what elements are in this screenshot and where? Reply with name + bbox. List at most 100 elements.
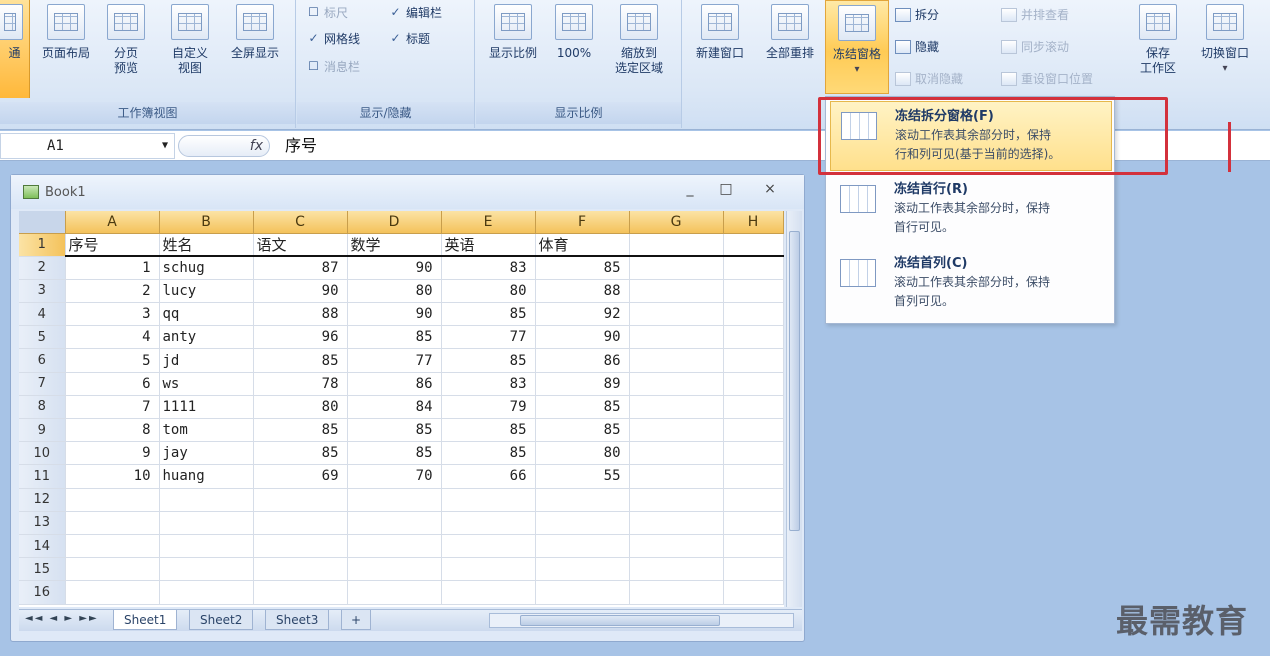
cell[interactable]: 78	[253, 372, 348, 396]
menu-item-freeze-top-row[interactable]: 冻结首行(R) 滚动工作表其余部分时，保持 首行可见。	[830, 175, 1112, 245]
cell[interactable]: 86	[535, 348, 630, 373]
minimize-button[interactable]: _	[679, 181, 701, 197]
cell[interactable]: 85	[535, 256, 630, 280]
cell[interactable]	[65, 511, 160, 535]
cell[interactable]	[159, 580, 254, 605]
formula-input[interactable]: 序号	[275, 133, 815, 159]
cell[interactable]	[253, 511, 348, 535]
cell[interactable]: 80	[535, 441, 630, 466]
cell[interactable]: 90	[535, 325, 630, 350]
cell[interactable]: 89	[535, 372, 630, 396]
zoom-100-button[interactable]: 100%	[550, 0, 598, 98]
cell[interactable]: 90	[253, 279, 348, 304]
cell[interactable]: anty	[159, 325, 254, 350]
cell[interactable]: 85	[441, 441, 536, 466]
cell[interactable]	[65, 557, 160, 582]
cell[interactable]: 10	[65, 464, 160, 489]
cell[interactable]	[65, 534, 160, 559]
cell[interactable]	[535, 557, 630, 582]
cell[interactable]	[253, 580, 348, 605]
cell[interactable]: 83	[441, 372, 536, 396]
row-header[interactable]: 9	[19, 418, 66, 443]
cell[interactable]	[629, 488, 724, 512]
cell[interactable]: ws	[159, 372, 254, 396]
row-header[interactable]: 5	[19, 325, 66, 350]
cell[interactable]: jay	[159, 441, 254, 466]
unhide-button[interactable]: 取消隐藏	[895, 70, 963, 87]
cell[interactable]	[347, 534, 442, 559]
cell[interactable]	[629, 534, 724, 559]
cell[interactable]	[535, 488, 630, 512]
cell[interactable]	[253, 488, 348, 512]
cell[interactable]	[347, 511, 442, 535]
cell[interactable]	[629, 464, 724, 489]
cell[interactable]	[629, 348, 724, 373]
normal-view-button[interactable]: 通	[0, 0, 30, 98]
cell[interactable]: 83	[441, 256, 536, 280]
cell[interactable]: 77	[347, 348, 442, 373]
cell[interactable]	[347, 557, 442, 582]
cell[interactable]	[723, 348, 784, 373]
cell[interactable]	[535, 534, 630, 559]
cell[interactable]: 88	[535, 279, 630, 304]
cell[interactable]: 序号	[65, 233, 160, 258]
cell[interactable]: 90	[347, 302, 442, 327]
cell[interactable]: 79	[441, 395, 536, 420]
cell[interactable]: 姓名	[159, 233, 254, 258]
cell[interactable]: 9	[65, 441, 160, 466]
split-button[interactable]: 拆分	[895, 6, 939, 23]
row-header[interactable]: 16	[19, 580, 66, 605]
cell[interactable]	[535, 511, 630, 535]
cell[interactable]	[723, 464, 784, 489]
cell[interactable]	[723, 418, 784, 443]
cell[interactable]: 85	[253, 441, 348, 466]
cell[interactable]: 80	[441, 279, 536, 304]
cell[interactable]	[629, 557, 724, 582]
cell[interactable]: 1	[65, 256, 160, 280]
row-header[interactable]: 4	[19, 302, 66, 327]
insert-function-button[interactable]: fx	[178, 135, 270, 157]
cell[interactable]	[723, 580, 784, 605]
cell[interactable]	[629, 372, 724, 396]
formula-bar-checkbox[interactable]: ✓ 编辑栏	[389, 4, 442, 21]
cell[interactable]: 90	[347, 256, 442, 280]
tab-navigation-arrows-icon[interactable]: ◄◄ ◄ ► ►►	[25, 613, 99, 624]
cell[interactable]	[441, 580, 536, 605]
vertical-scrollbar[interactable]	[786, 211, 802, 607]
maximize-button[interactable]: □	[715, 181, 737, 197]
cell[interactable]	[159, 488, 254, 512]
cell[interactable]: qq	[159, 302, 254, 327]
cell[interactable]: 85	[253, 348, 348, 373]
cell[interactable]: 92	[535, 302, 630, 327]
row-header[interactable]: 3	[19, 279, 66, 304]
cell[interactable]: 5	[65, 348, 160, 373]
cell[interactable]	[253, 534, 348, 559]
cell[interactable]: 88	[253, 302, 348, 327]
cell[interactable]	[723, 511, 784, 535]
cell[interactable]: 英语	[441, 233, 536, 258]
cell[interactable]: tom	[159, 418, 254, 443]
cell[interactable]: 87	[253, 256, 348, 280]
page-break-preview-button[interactable]: 分页 预览	[100, 0, 152, 98]
cell[interactable]	[159, 534, 254, 559]
cell[interactable]: schug	[159, 256, 254, 280]
custom-views-button[interactable]: 自定义 视图	[162, 0, 218, 98]
cell[interactable]	[535, 580, 630, 605]
select-all-corner[interactable]	[19, 211, 66, 234]
ruler-checkbox[interactable]: ☐ 标尺	[307, 4, 348, 21]
row-header[interactable]: 10	[19, 441, 66, 466]
cell[interactable]	[65, 580, 160, 605]
cell[interactable]	[159, 511, 254, 535]
cell[interactable]	[629, 580, 724, 605]
cell[interactable]	[65, 488, 160, 512]
cell[interactable]: 3	[65, 302, 160, 327]
insert-sheet-icon[interactable]: +	[341, 610, 371, 630]
cell[interactable]: 4	[65, 325, 160, 350]
sync-scrolling-button[interactable]: 同步滚动	[1001, 38, 1069, 55]
row-header[interactable]: 6	[19, 348, 66, 373]
cell[interactable]: 96	[253, 325, 348, 350]
cell[interactable]	[629, 441, 724, 466]
cell[interactable]	[629, 511, 724, 535]
cell[interactable]	[723, 325, 784, 350]
column-header[interactable]: E	[441, 211, 536, 234]
